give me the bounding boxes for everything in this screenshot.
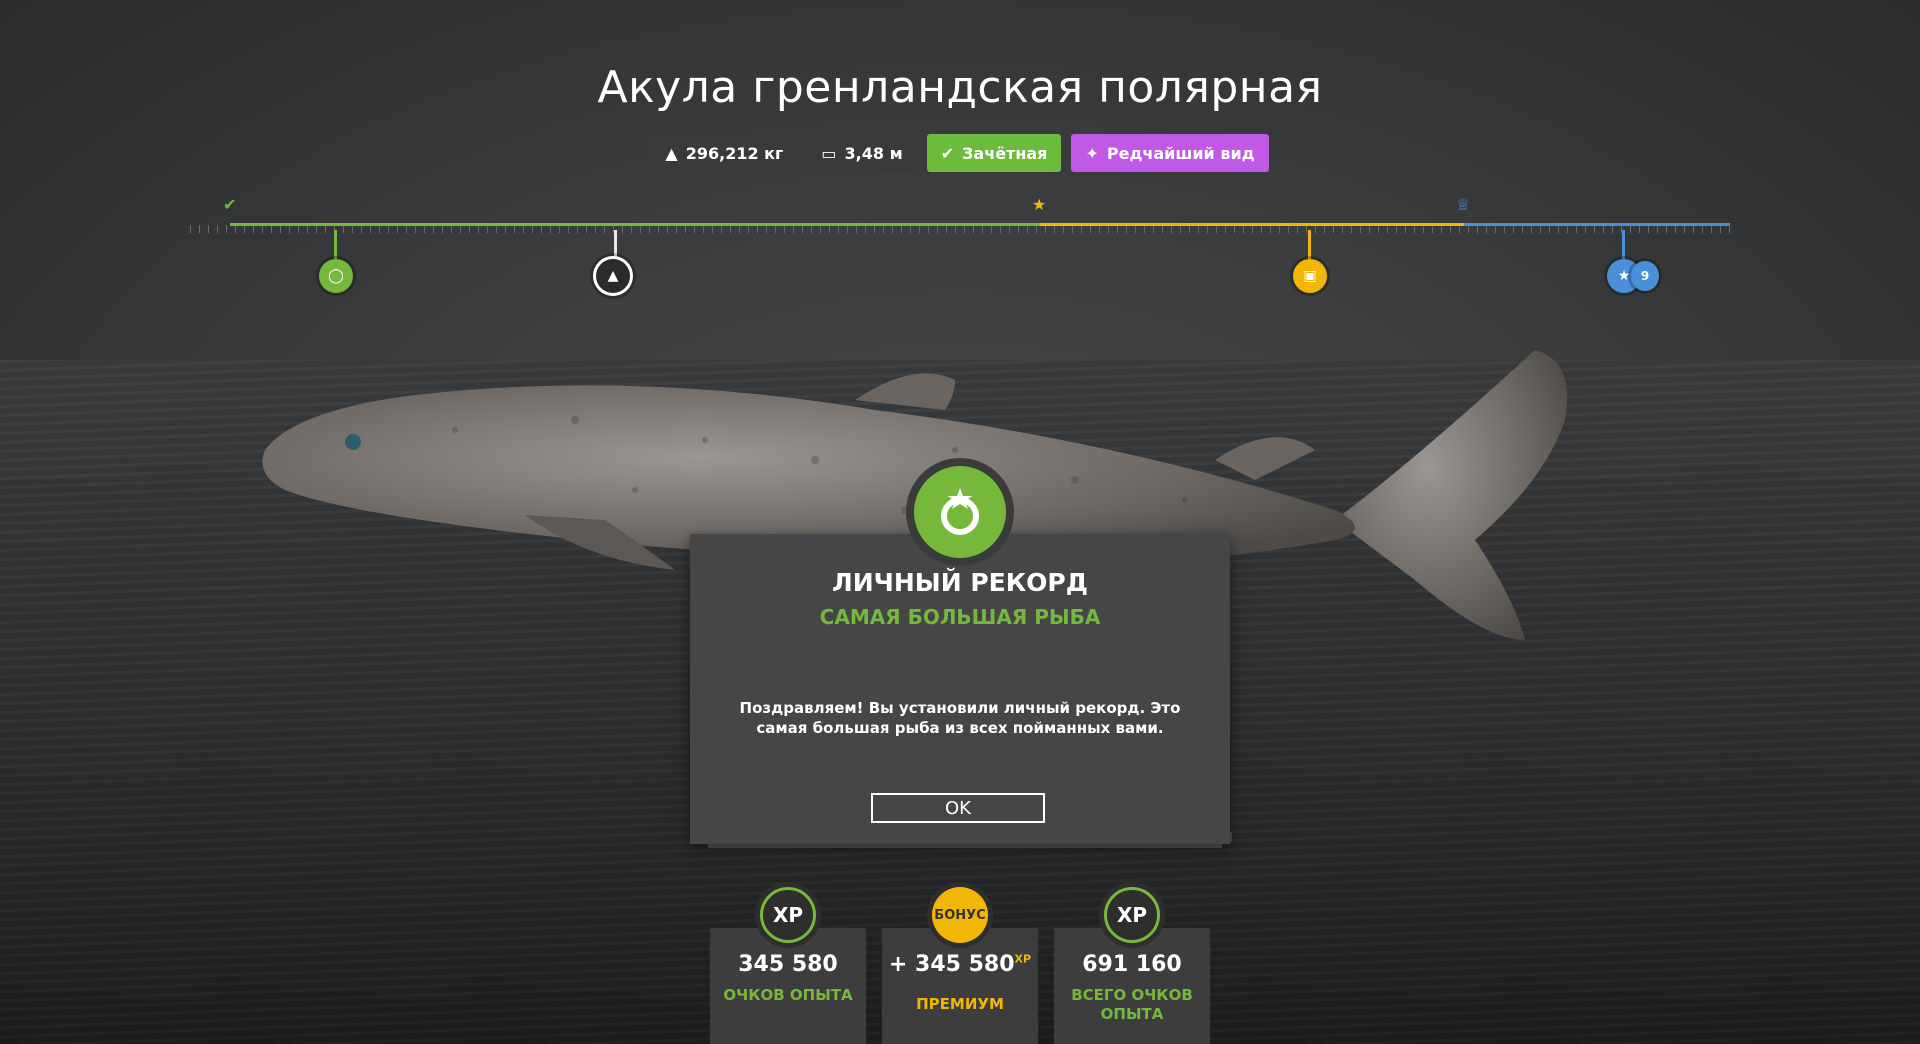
weight-badge: ▲ 296,212 кг <box>651 134 798 172</box>
bonus-icon: БОНУС <box>932 887 988 943</box>
total-xp-label: ВСЕГО ОЧКОВ ОПЫТА <box>1071 986 1193 1023</box>
bonus-label: ПРЕМИУМ <box>916 995 1004 1013</box>
ruler-icon: ▭ <box>821 143 837 163</box>
ok-button[interactable]: OK <box>871 793 1045 823</box>
record-medal <box>906 458 1014 566</box>
total-xp-icon: XP <box>1104 887 1160 943</box>
trophy-check-icon: ✔ <box>223 195 237 214</box>
weight-icon: ▲ <box>665 143 678 163</box>
weight-scale: ✔ ★ ♕ ◯ ▲ ▣ ★ 9 <box>190 195 1730 305</box>
personal-record-pin-icon[interactable]: ◯ <box>319 259 353 293</box>
total-xp-value: 691 160 <box>1082 952 1182 977</box>
pin-line-gold <box>1308 230 1311 260</box>
xp-icon: XP <box>760 887 816 943</box>
trophy-label: Зачётная <box>962 143 1048 163</box>
weight-value: 296,212 кг <box>685 143 784 163</box>
scale-segment-trophy <box>230 223 1040 226</box>
rarity-label: Редчайший вид <box>1106 143 1255 163</box>
dialog-title: ЛИЧНЫЙ РЕКОРД <box>831 568 1089 597</box>
scale-ticks <box>190 225 1730 233</box>
pin-line-green <box>334 230 337 260</box>
unique-star-icon: ★ <box>1032 195 1047 214</box>
fish-badges: ▲ 296,212 кг ▭ 3,48 м ✔ Зачётная ✦ Редча… <box>0 134 1920 172</box>
current-catch-pin-icon[interactable]: ▲ <box>593 256 633 296</box>
bonus-icon-ring: БОНУС <box>927 882 993 948</box>
xp-label: ОЧКОВ ОПЫТА <box>723 986 853 1004</box>
length-value: 3,48 м <box>844 143 903 163</box>
bonus-value: + 345 580 <box>888 952 1015 977</box>
dialog-message: Поздравляем! Вы установили личный рекорд… <box>739 699 1181 737</box>
scale-segment-unique <box>1040 223 1464 226</box>
record-medal-icon <box>914 466 1006 558</box>
xp-value: 345 580 <box>738 952 838 977</box>
record-dialog: ЛИЧНЫЙ РЕКОРД САМАЯ БОЛЬШАЯ РЫБА Поздрав… <box>690 534 1230 844</box>
trophy-badge: ✔ Зачётная <box>926 134 1062 172</box>
dialog-subtitle: САМАЯ БОЛЬШАЯ РЫБА <box>819 605 1101 629</box>
daily-record-pin-icon[interactable]: 9 <box>1631 261 1659 291</box>
xp-icon-ring: XP <box>755 882 821 948</box>
gold-record-pin-icon[interactable]: ▣ <box>1293 259 1327 293</box>
bonus-value-line: + 345 580XP <box>882 952 1038 977</box>
record-crown-icon: ♕ <box>1456 195 1471 214</box>
fish-name: Акула гренландская полярная <box>597 62 1323 113</box>
length-badge: ▭ 3,48 м <box>807 134 917 172</box>
bonus-xp-suffix: XP <box>1014 952 1032 966</box>
rarity-badge: ✦ Редчайший вид <box>1071 134 1269 172</box>
check-icon: ✔ <box>940 143 955 163</box>
total-xp-icon-ring: XP <box>1099 882 1165 948</box>
pin-line-blue <box>1622 230 1625 260</box>
sparkle-icon: ✦ <box>1085 143 1099 163</box>
scale-segment-record <box>1464 223 1730 226</box>
